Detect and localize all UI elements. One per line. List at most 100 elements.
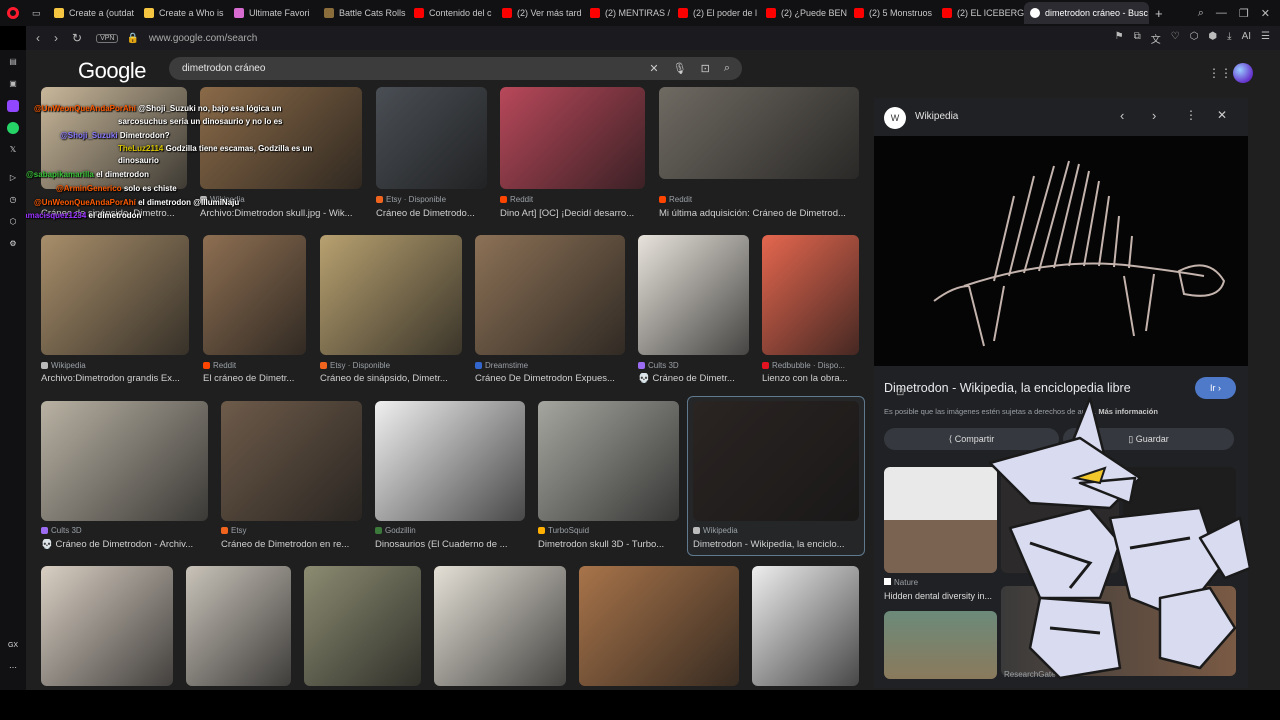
tab-5[interactable]: Contenido del c: [408, 2, 496, 24]
minimize-icon[interactable]: —: [1216, 7, 1227, 20]
search-icon[interactable]: ⌕: [724, 62, 730, 75]
result-image[interactable]: [579, 566, 739, 686]
result-caption[interactable]: Cráneo de Dimetrodon en re...: [221, 539, 371, 550]
tab-7[interactable]: (2) MENTIRAS /: [584, 2, 672, 24]
clear-icon[interactable]: ✕: [649, 62, 658, 75]
close-window-icon[interactable]: ✕: [1261, 7, 1270, 20]
maximize-icon[interactable]: ❐: [1239, 7, 1249, 20]
tab-6[interactable]: (2) Ver más tard: [496, 2, 584, 24]
tab-active[interactable]: dimetrodon cráneo - Busc: [1024, 2, 1149, 24]
result-image[interactable]: [638, 235, 749, 355]
result-caption[interactable]: Cráneo De Dimetrodon Expues...: [475, 373, 625, 384]
x-icon[interactable]: 𝕏: [7, 144, 19, 156]
tab-3[interactable]: Ultimate Favori: [228, 2, 318, 24]
result-image[interactable]: [752, 566, 859, 686]
screenshot-icon[interactable]: ⧉: [1134, 31, 1141, 46]
new-tab-button[interactable]: +: [1149, 2, 1169, 24]
result-image[interactable]: [375, 401, 525, 521]
result-caption[interactable]: Dinosaurios (El Cuaderno de ...: [375, 539, 525, 550]
tab-9[interactable]: (2) ¿Puede BEN: [760, 2, 848, 24]
tab-switcher-icon[interactable]: ▭: [26, 2, 48, 24]
result-image[interactable]: [500, 87, 645, 189]
search-tabs-icon[interactable]: ⌕: [1198, 7, 1204, 20]
more-options-icon[interactable]: ⋮: [1185, 108, 1197, 122]
tab-1[interactable]: Create a (outdat: [48, 2, 138, 24]
mecha-mascot-overlay: [988, 396, 1250, 680]
chat-text: solo es chiste: [123, 184, 177, 193]
result-caption[interactable]: Dimetrodon - Wikipedia, la enciclo...: [693, 539, 859, 550]
avatar[interactable]: [1233, 63, 1253, 83]
result-image[interactable]: [41, 401, 208, 521]
notes-icon[interactable]: ▤: [7, 56, 19, 68]
result-image[interactable]: [475, 235, 625, 355]
url-field[interactable]: www.google.com/search: [149, 33, 257, 44]
more-icon[interactable]: ⋯: [7, 662, 19, 674]
twitch-icon[interactable]: [7, 100, 19, 112]
result-source: TurboSquid: [538, 526, 589, 535]
player-icon[interactable]: ▷: [7, 172, 19, 184]
close-icon[interactable]: ✕: [1217, 108, 1227, 122]
search-input[interactable]: dimetrodon cráneo: [182, 63, 265, 74]
extensions-icon[interactable]: ⬡: [1190, 31, 1199, 46]
google-logo[interactable]: Google: [78, 58, 146, 84]
result-image[interactable]: [376, 87, 487, 189]
result-caption[interactable]: Dimetrodon skull 3D - Turbo...: [538, 539, 688, 550]
ai-button[interactable]: AI: [1242, 31, 1251, 46]
vpn-badge[interactable]: VPN: [96, 33, 119, 43]
result-image[interactable]: [186, 566, 291, 686]
result-caption[interactable]: Mi última adquisición: Cráneo de Dimetro…: [659, 208, 859, 219]
chat-message: @Shoji_Suzuki Dimetrodon?: [60, 131, 170, 140]
history-icon[interactable]: ◷: [7, 194, 19, 206]
result-caption[interactable]: Dino Art] [OC] ¡Decidí desarro...: [500, 208, 650, 219]
back-icon[interactable]: ‹: [36, 31, 40, 45]
download-icon[interactable]: ⤓: [1227, 31, 1231, 46]
result-caption[interactable]: Cráneo de sinápsido, Dimetr...: [320, 373, 470, 384]
tab-2[interactable]: Create a Who is: [138, 2, 228, 24]
result-source: Reddit: [659, 195, 692, 204]
tab-4[interactable]: Battle Cats Rolls: [318, 2, 408, 24]
mic-icon[interactable]: 🎙: [673, 62, 687, 75]
result-caption[interactable]: 💀 Cráneo de Dimetrodon - Archiv...: [41, 539, 208, 550]
result-image[interactable]: [41, 566, 173, 686]
whatsapp-icon[interactable]: [7, 122, 19, 134]
search-box[interactable]: dimetrodon cráneo ✕ 🎙 ⊡ ⌕: [169, 57, 742, 80]
result-image[interactable]: [221, 401, 362, 521]
result-image[interactable]: [538, 401, 679, 521]
result-image[interactable]: [320, 235, 462, 355]
bookmark-icon[interactable]: ⚑: [1115, 31, 1124, 46]
tab-10[interactable]: (2) 5 Monstruos: [848, 2, 936, 24]
result-image[interactable]: [304, 566, 421, 686]
easy-setup-icon[interactable]: ⬢: [1208, 31, 1217, 46]
result-image[interactable]: [659, 87, 859, 179]
chat-username: @UnWeonQueAndaPorAhí: [34, 198, 136, 207]
result-image[interactable]: [203, 235, 306, 355]
result-image[interactable]: [200, 87, 362, 189]
lens-icon[interactable]: ⊡: [701, 62, 710, 75]
menu-icon[interactable]: ☰: [1261, 31, 1270, 46]
extensions-sidebar-icon[interactable]: ⬡: [7, 216, 19, 228]
chat-text: dinosaurio: [118, 156, 159, 165]
heart-icon[interactable]: ♡: [1171, 31, 1180, 46]
next-icon[interactable]: ›: [1152, 108, 1156, 123]
result-image[interactable]: [41, 235, 189, 355]
reload-icon[interactable]: ↻: [72, 31, 82, 45]
result-image[interactable]: [434, 566, 566, 686]
result-caption[interactable]: Archivo:Dimetrodon skull.jpg - Wik...: [200, 208, 362, 219]
forward-icon[interactable]: ›: [54, 31, 58, 45]
result-image[interactable]: [693, 401, 859, 521]
result-caption[interactable]: Archivo:Dimetrodon grandis Ex...: [41, 373, 191, 384]
result-image[interactable]: [762, 235, 859, 355]
youtube-icon: [590, 8, 600, 18]
translate-icon[interactable]: 文: [1151, 31, 1161, 46]
prev-icon[interactable]: ‹: [1120, 108, 1124, 123]
gx-button[interactable]: GX: [4, 640, 22, 652]
opera-menu-button[interactable]: [0, 0, 26, 26]
panel-site-name[interactable]: Wikipedia: [915, 111, 958, 122]
preview-image[interactable]: [874, 136, 1248, 366]
tab-8[interactable]: (2) El poder de l: [672, 2, 760, 24]
source-favicon-icon: [203, 362, 210, 369]
tab-11[interactable]: (2) EL ICEBERG: [936, 2, 1024, 24]
workspace-icon[interactable]: ▣: [7, 78, 19, 90]
result-source: Wikipedia: [41, 361, 86, 370]
settings-icon[interactable]: ⚙: [7, 238, 19, 250]
